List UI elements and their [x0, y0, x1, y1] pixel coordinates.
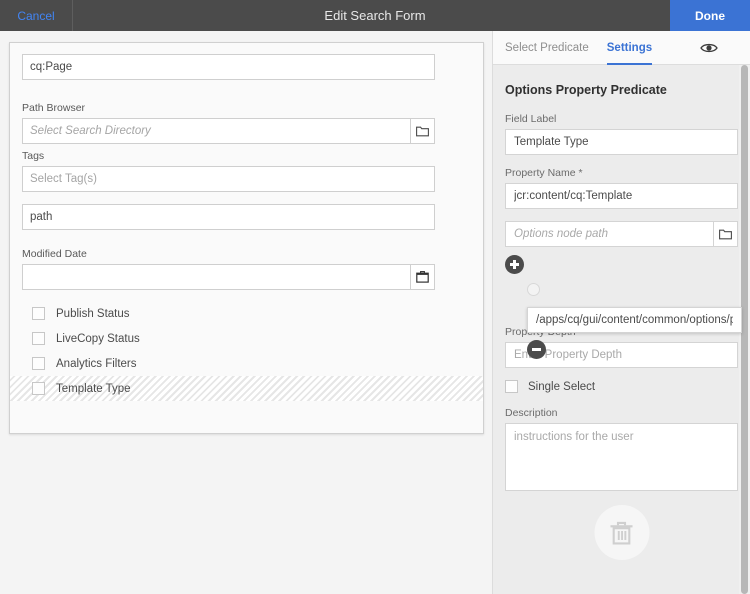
template-type-label: Template Type	[56, 383, 131, 395]
modified-date-combo	[22, 264, 435, 290]
field-label-caption: Field Label	[505, 113, 738, 125]
livecopy-status-label: LiveCopy Status	[56, 333, 140, 345]
description-group: Description	[505, 407, 738, 494]
eye-icon[interactable]	[700, 40, 718, 56]
rail-tabbar: Select Predicate Settings	[493, 31, 750, 65]
minus-circle-icon[interactable]	[527, 340, 546, 359]
path-browser-label: Path Browser	[22, 102, 435, 114]
description-textarea[interactable]	[505, 423, 738, 491]
title-bar: Cancel Edit Search Form Done	[0, 0, 750, 31]
analytics-filters-label: Analytics Filters	[56, 358, 137, 370]
cancel-button[interactable]: Cancel	[0, 0, 73, 31]
plus-circle-icon[interactable]	[505, 255, 524, 274]
form-row-analytics-filters[interactable]: Analytics Filters	[10, 351, 483, 376]
single-select-checkbox[interactable]	[505, 380, 518, 393]
publish-status-label: Publish Status	[56, 308, 130, 320]
template-type-checkbox[interactable]	[32, 382, 45, 395]
modified-date-label: Modified Date	[22, 248, 435, 260]
field-label-input[interactable]	[505, 129, 738, 155]
calendar-icon[interactable]	[410, 264, 435, 290]
dragged-option-path-input[interactable]	[527, 307, 742, 333]
path-input[interactable]	[22, 204, 435, 230]
field-path-browser: Path Browser	[22, 102, 435, 144]
workspace: Path Browser Tags Modified Date	[0, 31, 750, 594]
panel-heading: Options Property Predicate	[505, 83, 738, 97]
field-path	[22, 204, 435, 230]
tab-settings[interactable]: Settings	[607, 31, 652, 65]
form-row-template-type[interactable]: Template Type	[10, 376, 483, 401]
path-browser-input[interactable]	[22, 118, 410, 144]
dragged-option-item[interactable]	[527, 307, 742, 359]
trash-icon[interactable]	[594, 505, 649, 560]
modified-date-input[interactable]	[22, 264, 410, 290]
folder-icon[interactable]	[713, 221, 738, 247]
options-node-path-combo	[505, 221, 738, 247]
single-select-row[interactable]: Single Select	[505, 380, 738, 393]
search-form-canvas: Path Browser Tags Modified Date	[9, 42, 484, 434]
publish-status-checkbox[interactable]	[32, 307, 45, 320]
analytics-filters-checkbox[interactable]	[32, 357, 45, 370]
done-button[interactable]: Done	[670, 0, 750, 31]
property-name-caption: Property Name *	[505, 167, 738, 179]
description-caption: Description	[505, 407, 738, 419]
page-title: Edit Search Form	[0, 0, 750, 31]
property-name-group: Property Name *	[505, 167, 738, 209]
node-type-input[interactable]	[22, 54, 435, 80]
field-modified-date: Modified Date	[22, 248, 435, 290]
drag-ghost-indicator	[527, 283, 540, 296]
field-tags: Tags	[22, 150, 435, 192]
property-name-input[interactable]	[505, 183, 738, 209]
options-node-path-group	[505, 221, 738, 247]
tags-label: Tags	[22, 150, 435, 162]
single-select-label: Single Select	[528, 381, 595, 393]
tags-input[interactable]	[22, 166, 435, 192]
form-row-livecopy-status[interactable]: LiveCopy Status	[10, 326, 483, 351]
add-option-row	[505, 255, 738, 274]
options-node-path-input[interactable]	[505, 221, 713, 247]
livecopy-status-checkbox[interactable]	[32, 332, 45, 345]
path-browser-combo	[22, 118, 435, 144]
settings-rail: Select Predicate Settings Options Proper…	[492, 31, 750, 594]
rail-scrollbar-thumb[interactable]	[741, 65, 748, 594]
form-row-publish-status[interactable]: Publish Status	[10, 301, 483, 326]
tab-select-predicate[interactable]: Select Predicate	[505, 31, 589, 65]
field-node-type	[22, 54, 435, 80]
folder-icon[interactable]	[410, 118, 435, 144]
dragged-option-remove-row	[527, 340, 742, 359]
field-label-group: Field Label	[505, 113, 738, 155]
